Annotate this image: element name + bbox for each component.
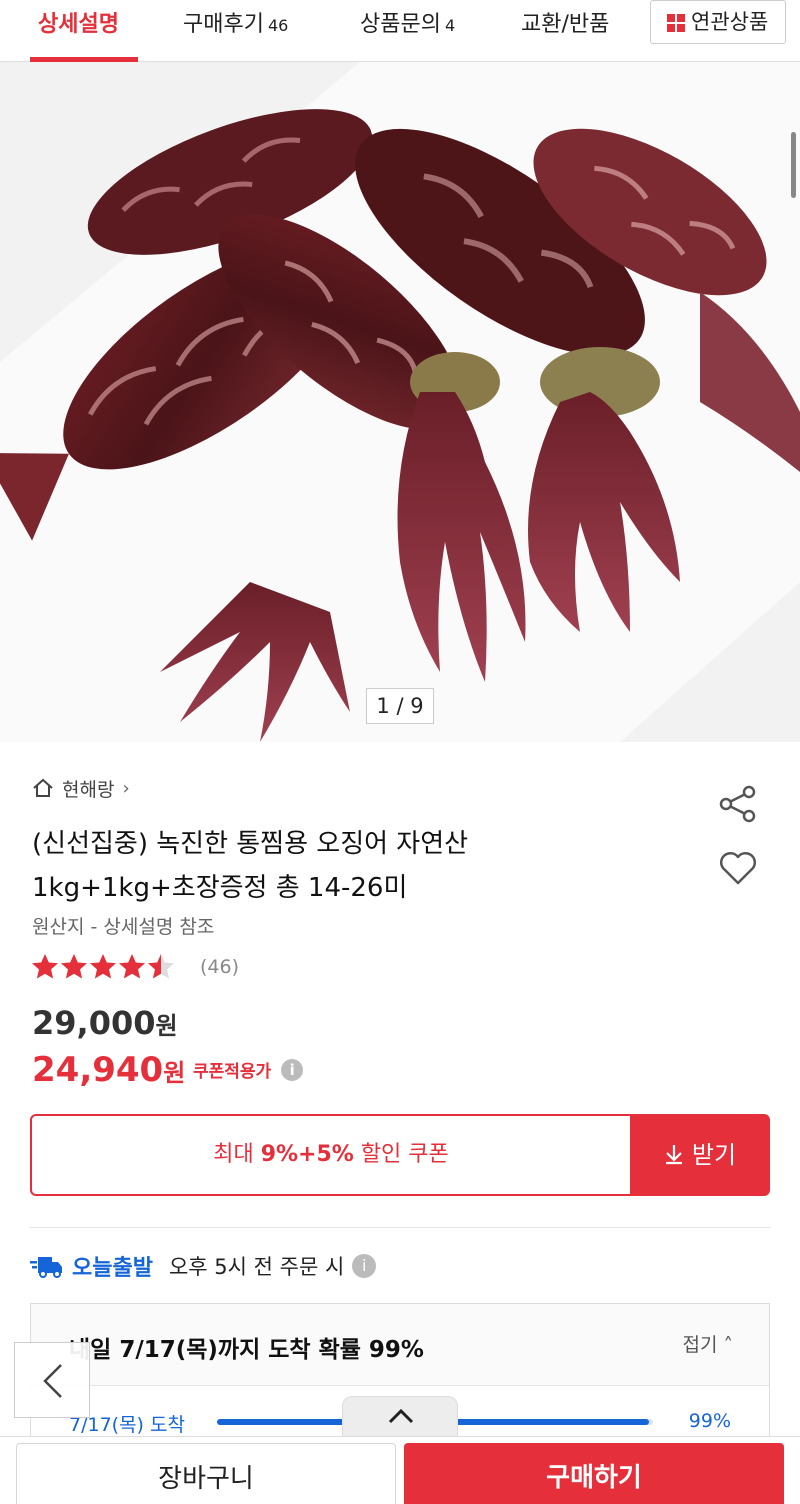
coupon-prefix: 최대 [213, 1142, 261, 1167]
fast-delivery-icon [30, 1257, 62, 1278]
sale-price: 24,940원 [32, 1050, 185, 1090]
shipping-info: 오늘출발 오후 5시 전 주문 시 i [30, 1248, 377, 1284]
shipping-label: 오늘출발 [72, 1256, 153, 1281]
shipping-desc: 오후 5시 전 주문 시 [168, 1255, 345, 1279]
original-price: 29,000원 [32, 1004, 178, 1042]
tab-reviews[interactable]: 구매후기 46 [183, 0, 288, 62]
coupon-price-label: 쿠폰적용가 [193, 1062, 272, 1082]
original-price-currency: 원 [155, 1012, 178, 1040]
star-icon [90, 954, 116, 979]
info-icon[interactable]: i [281, 1058, 304, 1081]
tab-exchange[interactable]: 교환/반품 [521, 0, 609, 62]
product-photo [0, 62, 800, 742]
tab-inquiry[interactable]: 상품문의 4 [360, 0, 455, 62]
store-link[interactable]: 현해랑 › [32, 774, 130, 802]
product-title-line2: 1kg+1kg+초장증정 총 14-26미 [32, 873, 408, 903]
back-button[interactable] [14, 1342, 90, 1418]
cart-button[interactable]: 장바구니 [16, 1443, 396, 1504]
coupon-banner[interactable]: 최대 9%+5% 할인 쿠폰 [30, 1114, 632, 1196]
product-image-carousel[interactable] [0, 62, 800, 742]
product-origin: 원산지 - 상세설명 참조 [32, 916, 215, 938]
star-icon [148, 954, 174, 979]
coupon-suffix: 할인 쿠폰 [353, 1142, 449, 1167]
share-icon[interactable] [718, 784, 758, 824]
download-icon [665, 1145, 682, 1165]
tab-detail[interactable]: 상세설명 [38, 0, 119, 62]
info-icon[interactable]: i [352, 1254, 377, 1278]
scrollbar-thumb[interactable] [791, 132, 796, 198]
chevron-right-icon: › [122, 777, 130, 799]
fold-label: 접기 [682, 1334, 718, 1356]
store-name: 현해랑 [62, 778, 115, 801]
product-title: (신선집중) 녹진한 통찜용 오징어 자연산 1kg+1kg+초장증정 총 14… [32, 822, 672, 910]
coupon-download-label: 받기 [691, 1141, 737, 1169]
bottom-action-bar: 장바구니 구매하기 [0, 1436, 800, 1504]
arrival-panel-header[interactable]: 내일 7/17(목)까지 도착 확률 99% 접기 ˄ [31, 1304, 769, 1386]
tab-inquiry-count: 4 [444, 16, 456, 35]
tab-inquiry-label: 상품문의 [360, 12, 441, 37]
review-count: (46) [200, 956, 240, 978]
related-products-button[interactable]: 연관상품 [650, 0, 786, 44]
related-products-label: 연관상품 [691, 10, 769, 34]
bottom-sheet-handle[interactable] [342, 1396, 458, 1438]
buy-button[interactable]: 구매하기 [404, 1443, 784, 1504]
original-price-value: 29,000 [32, 1004, 156, 1042]
coupon-price-note: 쿠폰적용가 i [193, 1057, 304, 1082]
tab-detail-label: 상세설명 [38, 12, 119, 37]
tab-reviews-count: 46 [267, 16, 289, 35]
divider [30, 1227, 770, 1228]
product-title-line1: (신선집중) 녹진한 통찜용 오징어 자연산 [32, 829, 469, 859]
image-page-indicator: 1 / 9 [366, 688, 434, 724]
home-icon [33, 778, 53, 797]
arrival-title: 내일 7/17(목)까지 도착 확률 99% [69, 1337, 424, 1363]
heart-icon[interactable] [718, 848, 758, 888]
fold-toggle[interactable]: 접기 ˄ [682, 1330, 733, 1357]
chevron-up-icon: ˄ [723, 1334, 734, 1356]
star-icon [119, 954, 145, 979]
tab-reviews-label: 구매후기 [183, 12, 264, 37]
star-icon [61, 954, 87, 979]
tab-exchange-label: 교환/반품 [521, 12, 610, 37]
sale-price-currency: 원 [163, 1059, 186, 1087]
rating-stars [32, 954, 174, 979]
coupon-amount: 9%+5% [260, 1142, 354, 1167]
star-icon [32, 954, 58, 979]
coupon-download-button[interactable]: 받기 [630, 1114, 770, 1196]
rating[interactable]: (46) [30, 952, 239, 982]
chevron-left-icon [43, 1364, 62, 1398]
grid-icon [667, 14, 685, 32]
tab-bar: 상세설명 구매후기 46 상품문의 4 교환/반품 연관상품 [0, 0, 800, 62]
sale-price-value: 24,940 [32, 1050, 164, 1090]
chevron-up-icon [388, 1408, 414, 1424]
arrival-percent: 99% [688, 1410, 731, 1432]
